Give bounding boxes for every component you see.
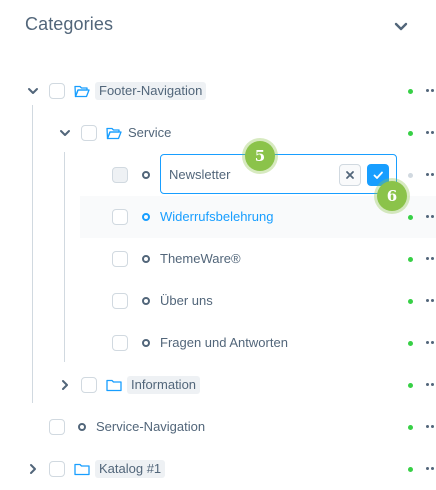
context-menu-button[interactable] bbox=[426, 467, 436, 471]
tree-item-label: Service bbox=[128, 125, 172, 140]
status-inactive-indicator bbox=[408, 173, 413, 178]
context-menu-button[interactable] bbox=[426, 173, 436, 177]
context-menu-button[interactable] bbox=[426, 341, 436, 345]
tree-item-label: Footer-Navigation bbox=[95, 82, 207, 100]
leaf-node-icon bbox=[142, 213, 150, 221]
tree-item-label: Information bbox=[127, 376, 201, 394]
leaf-node-icon bbox=[142, 255, 150, 263]
leaf-node-icon bbox=[78, 423, 86, 431]
checkbox[interactable] bbox=[112, 293, 128, 309]
tree-item-label: Service-Navigation bbox=[96, 419, 206, 434]
chevron-down-icon[interactable] bbox=[392, 18, 410, 36]
context-menu-button[interactable] bbox=[426, 89, 436, 93]
status-active-indicator bbox=[408, 383, 413, 388]
folder-open-icon bbox=[74, 85, 90, 98]
context-menu-button[interactable] bbox=[426, 215, 436, 219]
tree-item-label: Katalog #1 bbox=[95, 460, 166, 478]
tree-item-themeware[interactable]: ThemeWare® bbox=[0, 238, 436, 280]
status-active-indicator bbox=[408, 215, 413, 220]
status-active-indicator bbox=[408, 299, 413, 304]
checkbox[interactable] bbox=[49, 419, 65, 435]
status-active-indicator bbox=[408, 131, 413, 136]
checkbox[interactable] bbox=[112, 335, 128, 351]
panel-title: Categories bbox=[25, 14, 114, 34]
cancel-button[interactable] bbox=[339, 164, 361, 186]
status-active-indicator bbox=[408, 341, 413, 346]
context-menu-button[interactable] bbox=[426, 257, 436, 261]
chevron-down-icon[interactable] bbox=[27, 85, 39, 97]
folder-icon bbox=[74, 463, 90, 476]
checkbox[interactable] bbox=[81, 125, 97, 141]
context-menu-button[interactable] bbox=[426, 425, 436, 429]
tree-item-fragen-und-antworten[interactable]: Fragen und Antworten bbox=[0, 322, 436, 364]
checkbox[interactable] bbox=[112, 251, 128, 267]
chevron-down-icon[interactable] bbox=[59, 127, 71, 139]
checkbox[interactable] bbox=[49, 83, 65, 99]
folder-open-icon bbox=[106, 127, 122, 140]
tree-item-label: Fragen und Antworten bbox=[160, 335, 288, 350]
tree-item-information[interactable]: Information bbox=[0, 364, 436, 406]
inline-edit-field bbox=[160, 154, 397, 194]
tree-item-ueber-uns[interactable]: Über uns bbox=[0, 280, 436, 322]
tree-item-service[interactable]: Service bbox=[0, 112, 436, 154]
status-active-indicator bbox=[408, 425, 413, 430]
close-icon bbox=[346, 171, 354, 179]
leaf-node-icon bbox=[142, 171, 150, 179]
status-active-indicator bbox=[408, 89, 413, 94]
tree-item-service-navigation[interactable]: Service-Navigation bbox=[0, 406, 436, 448]
tree-item-katalog[interactable]: Katalog #1 bbox=[0, 448, 436, 490]
leaf-node-icon bbox=[142, 297, 150, 305]
folder-icon bbox=[106, 379, 122, 392]
step-badge: 6 bbox=[377, 181, 407, 211]
checkbox bbox=[112, 167, 128, 183]
status-active-indicator bbox=[408, 257, 413, 262]
context-menu-button[interactable] bbox=[426, 299, 436, 303]
chevron-right-icon[interactable] bbox=[59, 379, 71, 391]
status-active-indicator bbox=[408, 467, 413, 472]
step-badge: 5 bbox=[245, 141, 275, 171]
checkbox[interactable] bbox=[81, 377, 97, 393]
tree-item-label: Über uns bbox=[160, 293, 213, 308]
tree-item-footer-navigation[interactable]: Footer-Navigation bbox=[0, 70, 436, 112]
chevron-right-icon[interactable] bbox=[27, 463, 39, 475]
leaf-node-icon bbox=[142, 339, 150, 347]
tree-item-label: ThemeWare® bbox=[160, 251, 241, 266]
context-menu-button[interactable] bbox=[426, 131, 436, 135]
checkbox[interactable] bbox=[49, 461, 65, 477]
tree-item-label: Widerrufsbelehrung bbox=[160, 209, 274, 224]
checkbox[interactable] bbox=[112, 209, 128, 225]
context-menu-button[interactable] bbox=[426, 383, 436, 387]
